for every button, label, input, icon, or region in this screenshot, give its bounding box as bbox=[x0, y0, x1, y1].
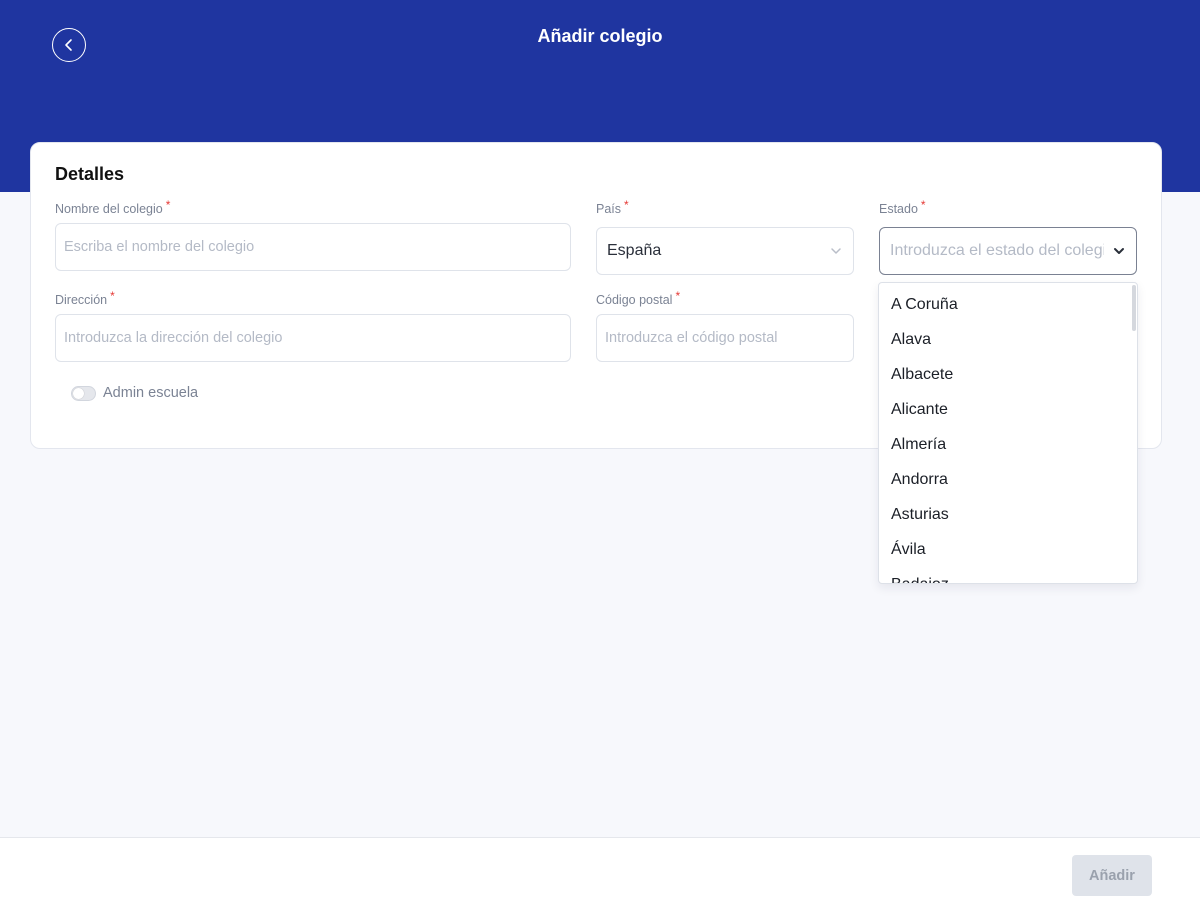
postal-code-label: Código postal * bbox=[596, 289, 680, 307]
state-select-placeholder: Introduzca el estado del colegio bbox=[890, 242, 1104, 259]
country-label: País * bbox=[596, 198, 629, 216]
toggle-knob bbox=[73, 388, 84, 399]
add-button[interactable]: Añadir bbox=[1072, 855, 1152, 896]
state-option[interactable]: Badajoz bbox=[879, 567, 1137, 583]
address-label-text: Dirección bbox=[55, 293, 108, 307]
required-mark: * bbox=[624, 198, 629, 212]
chevron-down-icon bbox=[829, 244, 843, 258]
state-option[interactable]: Ávila bbox=[879, 532, 1137, 567]
footer-bar: Añadir bbox=[0, 837, 1200, 910]
state-option[interactable]: Almería bbox=[879, 427, 1137, 462]
state-option[interactable]: Andorra bbox=[879, 462, 1137, 497]
school-name-label: Nombre del colegio * bbox=[55, 198, 170, 216]
admin-school-toggle[interactable] bbox=[71, 386, 96, 401]
state-select[interactable]: Introduzca el estado del colegio bbox=[879, 227, 1137, 275]
scrollbar-thumb[interactable] bbox=[1132, 285, 1136, 331]
chevron-down-icon bbox=[1112, 244, 1126, 258]
admin-school-label: Admin escuela bbox=[103, 385, 199, 401]
country-select-value: España bbox=[607, 242, 662, 259]
postal-code-input[interactable] bbox=[596, 314, 854, 362]
state-options-list: A Coruña Alava Albacete Alicante Almería Ando… bbox=[879, 283, 1137, 583]
state-option[interactable]: Asturias bbox=[879, 497, 1137, 532]
state-label-text: Estado bbox=[879, 202, 918, 216]
postal-code-label-text: Código postal bbox=[596, 293, 673, 307]
state-option[interactable]: Alicante bbox=[879, 392, 1137, 427]
state-dropdown-menu: A Coruña Alava Albacete Alicante Almería Ando… bbox=[878, 282, 1138, 584]
country-label-text: País bbox=[596, 202, 622, 216]
dropdown-scrollbar[interactable] bbox=[1131, 283, 1137, 583]
state-option[interactable]: Albacete bbox=[879, 357, 1137, 392]
state-option[interactable]: Alava bbox=[879, 322, 1137, 357]
state-label: Estado * bbox=[879, 198, 926, 216]
page-title: Añadir colegio bbox=[537, 26, 663, 46]
address-label: Dirección * bbox=[55, 289, 115, 307]
required-mark: * bbox=[675, 289, 681, 303]
school-name-input[interactable] bbox=[55, 223, 571, 271]
address-input[interactable] bbox=[55, 314, 571, 362]
country-select[interactable]: España bbox=[596, 227, 854, 275]
required-mark: * bbox=[920, 198, 926, 212]
school-name-label-text: Nombre del colegio bbox=[55, 202, 163, 216]
card-title: Detalles bbox=[55, 164, 125, 184]
required-mark: * bbox=[165, 198, 171, 212]
state-option[interactable]: A Coruña bbox=[879, 287, 1137, 322]
required-mark: * bbox=[110, 289, 115, 303]
